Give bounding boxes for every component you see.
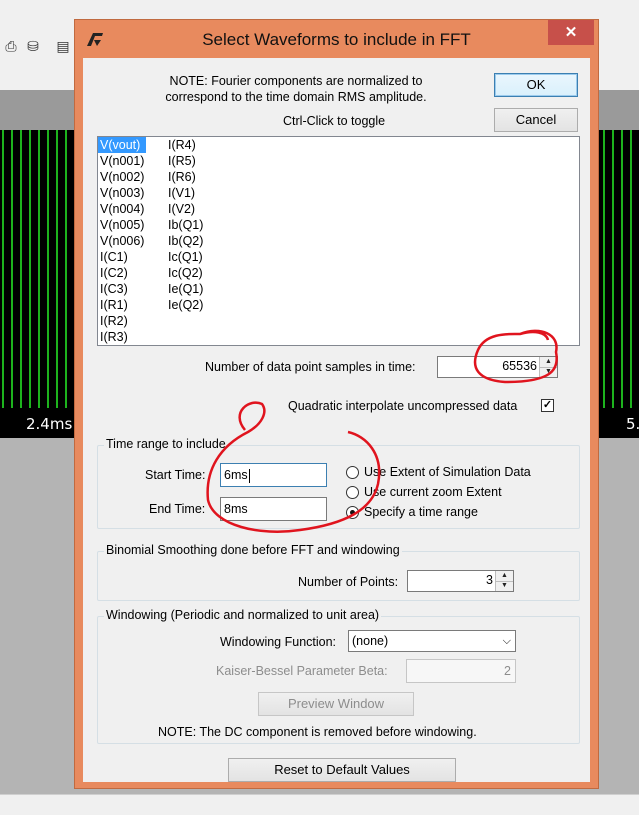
radio-zoom-extent[interactable]	[346, 486, 359, 499]
end-time-value: 8ms	[224, 502, 248, 516]
dialog-body: NOTE: Fourier components are normalized …	[83, 58, 590, 782]
interp-checkbox[interactable]: ✓	[541, 399, 554, 412]
dialog-title: Select Waveforms to include in FFT	[202, 30, 471, 49]
end-time-label: End Time:	[149, 502, 206, 516]
waveform-trace	[621, 130, 623, 408]
samples-spinner[interactable]: 65536 ▲ ▼	[437, 356, 558, 378]
samples-spin-arrows: ▲ ▼	[539, 357, 557, 377]
waveform-trace	[20, 130, 22, 408]
waveform-list-item[interactable]: I(R1)	[98, 297, 146, 313]
reset-defaults-button[interactable]: Reset to Default Values	[228, 758, 456, 782]
smoothing-points-value: 3	[486, 573, 493, 587]
print-icon[interactable]: ⎙	[2, 38, 20, 54]
smoothing-spin-arrows: ▲ ▼	[495, 571, 513, 591]
normalization-note: NOTE: Fourier components are normalized …	[165, 74, 427, 104]
waveform-list-item[interactable]: V(n003)	[98, 185, 146, 201]
windowing-function-select[interactable]: (none) ⌵	[348, 630, 516, 652]
waveform-trace	[56, 130, 58, 408]
waveform-trace	[29, 130, 31, 408]
waveform-trace	[630, 130, 632, 408]
text-caret	[248, 468, 250, 483]
waveform-trace	[603, 130, 605, 408]
radio-specify-range[interactable]	[346, 506, 359, 519]
time-range-title: Time range to include	[104, 437, 228, 451]
end-time-field[interactable]: 8ms	[220, 497, 327, 521]
fft-dialog: Select Waveforms to include in FFT ✕ NOT…	[74, 19, 599, 789]
waveform-list-item[interactable]: I(C3)	[98, 281, 146, 297]
chevron-down-icon: ⌵	[502, 635, 511, 647]
waveform-list-item[interactable]: Ic(Q2)	[166, 265, 205, 281]
waveform-list-item[interactable]: V(n001)	[98, 153, 146, 169]
waveform-trace	[65, 130, 67, 408]
samples-label: Number of data point samples in time:	[205, 360, 416, 374]
waveform-list-item[interactable]: I(R2)	[98, 313, 146, 329]
waveform-list-item[interactable]: V(n002)	[98, 169, 146, 185]
waveform-trace	[11, 130, 13, 408]
waveform-list-item[interactable]: V(n004)	[98, 201, 146, 217]
dialog-titlebar[interactable]: Select Waveforms to include in FFT ✕	[75, 20, 598, 58]
start-time-label: Start Time:	[145, 468, 206, 482]
waveform-trace	[47, 130, 49, 408]
waveform-list-item[interactable]: I(R5)	[166, 153, 205, 169]
dc-note: NOTE: The DC component is removed before…	[158, 725, 477, 739]
waveform-list-item[interactable]: V(n005)	[98, 217, 146, 233]
waveform-list-item[interactable]: Ie(Q2)	[166, 297, 205, 313]
interp-label: Quadratic interpolate uncompressed data	[288, 399, 518, 413]
windowing-function-label: Windowing Function:	[220, 635, 337, 649]
spin-down-icon[interactable]: ▼	[496, 581, 513, 591]
waveform-list-item[interactable]: Ie(Q1)	[166, 281, 205, 297]
ok-button[interactable]: OK	[494, 73, 578, 97]
smoothing-title: Binomial Smoothing done before FFT and w…	[104, 543, 402, 557]
waveform-column-2: I(R4) I(R5) I(R6) I(V1) I(V2) Ib(Q1) Ib(Q2) Ic(…	[166, 137, 205, 313]
waveform-list-item[interactable]: Ic(Q1)	[166, 249, 205, 265]
background-status-bar	[0, 794, 639, 815]
preview-window-button: Preview Window	[258, 692, 414, 716]
axis-label-left: 2.4ms	[26, 415, 73, 433]
waveform-list-item[interactable]: Ib(Q1)	[166, 217, 205, 233]
samples-value: 65536	[502, 359, 537, 373]
waveform-list-item[interactable]: I(R6)	[166, 169, 205, 185]
waveform-list-item[interactable]: Ib(Q2)	[166, 233, 205, 249]
axis-label-right: 5.	[626, 415, 639, 433]
radio-simulation-extent[interactable]	[346, 466, 359, 479]
spin-down-icon[interactable]: ▼	[540, 367, 557, 377]
binoculars-icon[interactable]: ⛁	[24, 38, 42, 54]
printer-icon[interactable]: ▤	[54, 38, 72, 54]
waveform-list-item[interactable]: V(n006)	[98, 233, 146, 249]
waveform-listbox[interactable]: V(vout) V(n001) V(n002) V(n003) V(n004) V(n00…	[97, 136, 580, 346]
radio-zoom-extent-label: Use current zoom Extent	[364, 485, 502, 499]
waveform-trace	[38, 130, 40, 408]
close-button[interactable]: ✕	[548, 20, 594, 45]
radio-specify-range-label: Specify a time range	[364, 505, 478, 519]
beta-field: 2	[406, 659, 516, 683]
waveform-list-item[interactable]: I(V2)	[166, 201, 205, 217]
start-time-value: 6ms	[224, 468, 248, 482]
waveform-list-item[interactable]: I(R3)	[98, 329, 146, 345]
smoothing-points-label: Number of Points:	[298, 575, 399, 589]
waveform-list-item[interactable]: V(vout)	[98, 137, 147, 153]
windowing-title: Windowing (Periodic and normalized to un…	[104, 608, 382, 622]
beta-label: Kaiser-Bessel Parameter Beta:	[216, 664, 388, 678]
radio-simulation-extent-label: Use Extent of Simulation Data	[364, 465, 531, 479]
waveform-trace	[2, 130, 4, 408]
time-range-group: Time range to include	[97, 437, 580, 529]
start-time-field[interactable]: 6ms	[220, 463, 327, 487]
waveform-list-item[interactable]: I(C2)	[98, 265, 146, 281]
windowing-function-value: (none)	[352, 634, 389, 648]
toggle-hint: Ctrl-Click to toggle	[283, 114, 386, 128]
cancel-button[interactable]: Cancel	[494, 108, 578, 132]
smoothing-points-spinner[interactable]: 3 ▲ ▼	[407, 570, 514, 592]
waveform-list-item[interactable]: I(V1)	[166, 185, 205, 201]
waveform-list-item[interactable]: I(C1)	[98, 249, 146, 265]
waveform-list-item[interactable]: I(R4)	[166, 137, 205, 153]
waveform-column-1: V(vout) V(n001) V(n002) V(n003) V(n004) V(n00…	[98, 137, 147, 345]
waveform-trace	[612, 130, 614, 408]
